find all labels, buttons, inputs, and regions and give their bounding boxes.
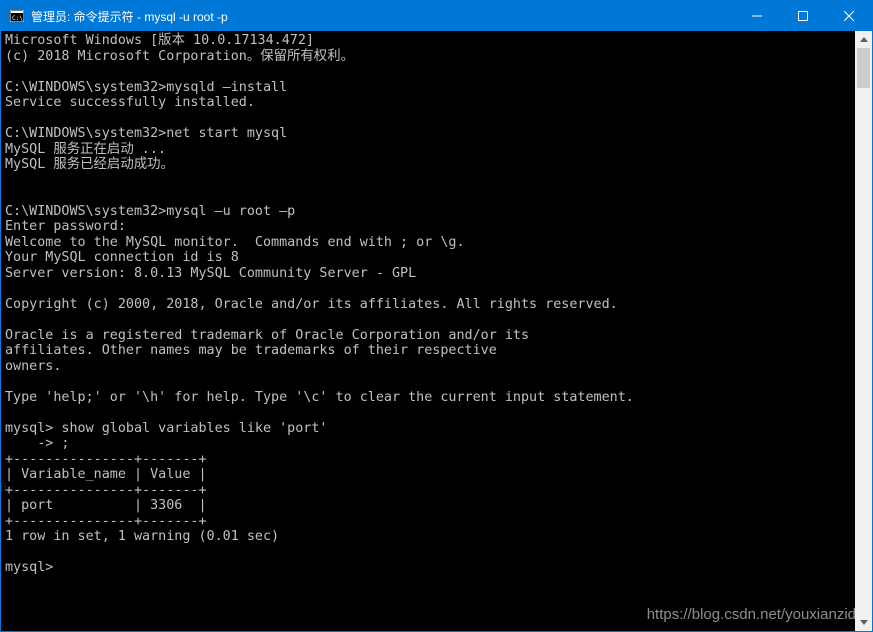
svg-text:C:\: C:\ — [12, 15, 23, 22]
scroll-up-button[interactable] — [855, 31, 872, 48]
scroll-down-button[interactable] — [855, 614, 872, 631]
scroll-track[interactable] — [855, 48, 872, 614]
scroll-thumb[interactable] — [857, 48, 870, 88]
close-button[interactable] — [826, 1, 872, 31]
terminal-output[interactable]: Microsoft Windows [版本 10.0.17134.472] (c… — [1, 31, 855, 631]
cmd-icon: C:\ — [9, 8, 25, 24]
maximize-button[interactable] — [780, 1, 826, 31]
window-controls — [734, 1, 872, 31]
minimize-button[interactable] — [734, 1, 780, 31]
titlebar[interactable]: C:\ 管理员: 命令提示符 - mysql -u root -p — [1, 1, 872, 31]
terminal-area: Microsoft Windows [版本 10.0.17134.472] (c… — [1, 31, 872, 631]
command-prompt-window: C:\ 管理员: 命令提示符 - mysql -u root -p Micros… — [0, 0, 873, 632]
window-title: 管理员: 命令提示符 - mysql -u root -p — [31, 8, 734, 25]
vertical-scrollbar[interactable] — [855, 31, 872, 631]
